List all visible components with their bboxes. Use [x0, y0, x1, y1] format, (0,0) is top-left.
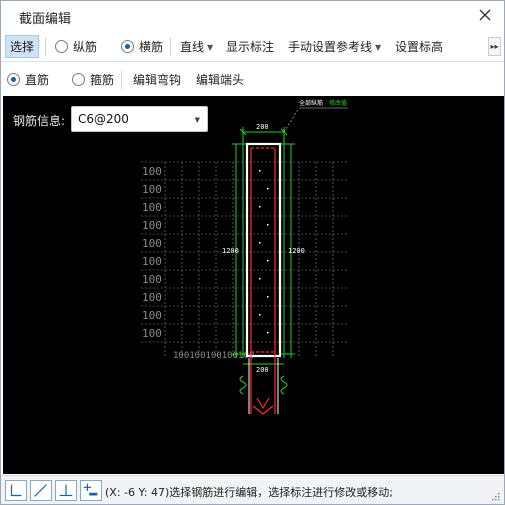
close-icon[interactable] [476, 6, 494, 24]
overflow-chevron-icon[interactable]: ▸▸ [488, 37, 501, 56]
radio-icon [72, 73, 85, 86]
dimension-bottom: 200 [256, 366, 269, 374]
stirrup-label: 箍筋 [90, 73, 115, 87]
callout-label: 全部纵筋 [299, 99, 323, 107]
grid-label: 100 [142, 237, 162, 250]
chevron-down-icon: ▼ [207, 43, 214, 52]
longitudinal-radio[interactable]: 纵筋 [55, 37, 97, 57]
window-title: 截面编辑 [19, 12, 72, 27]
dimension-top: 200 [256, 123, 269, 131]
grid-label: 100 [142, 201, 162, 214]
grid-label: 100 [142, 291, 162, 304]
grid-label: 100 [142, 165, 162, 178]
title-bar: 截面编辑 [1, 1, 504, 31]
orthogonal-mode-icon[interactable] [5, 480, 27, 501]
grid-label: 100 [142, 219, 162, 232]
stirrup-radio[interactable]: 箍筋 [72, 70, 114, 90]
edit-hook-button[interactable]: 编辑弯钩 [133, 70, 181, 90]
grid-label: 100 [142, 183, 162, 196]
set-elevation-button[interactable]: 设置标高 [395, 37, 443, 57]
separator [45, 38, 46, 56]
transverse-radio[interactable]: 横筋 [121, 37, 163, 57]
straight-label: 直筋 [25, 73, 50, 87]
drawing-canvas[interactable]: 钢筋信息: C6@200 ▼ 100 100 100 100 100 100 1… [3, 96, 504, 474]
rebar-type-toolbar: 直筋 箍筋 编辑弯钩 编辑端头 [1, 63, 504, 95]
line-label: 直线 [180, 40, 205, 54]
line-dropdown[interactable]: 直线 ▼ [180, 37, 213, 57]
status-bar: (X: -6 Y: 47)选择钢筋进行编辑，选择标注进行修改或移动; [1, 475, 504, 504]
separator [121, 71, 122, 89]
mode-toolbar: 选择 纵筋 横筋 直线 ▼ 显示标注 手动设置参考线 ▼ 设置标高 ▸▸ [1, 31, 504, 62]
section-drawing: 100 100 100 100 100 100 100 100 100 100 … [141, 99, 349, 415]
radio-icon [55, 40, 68, 53]
grid-label-bottom: 100100100100100 [173, 351, 254, 361]
reference-grid [141, 161, 349, 358]
radio-checked-icon [121, 40, 134, 53]
longitudinal-label: 纵筋 [73, 40, 98, 54]
dimension-right: 1200 [288, 247, 305, 255]
grid-label: 100 [142, 273, 162, 286]
select-button[interactable]: 选择 [5, 35, 40, 58]
add-point-mode-icon[interactable] [80, 480, 102, 501]
free-line-mode-icon[interactable] [30, 480, 52, 501]
straight-bar-radio[interactable]: 直筋 [7, 70, 49, 90]
grid-label: 100 [142, 309, 162, 322]
resize-grip-icon[interactable] [492, 493, 500, 501]
callout-value: 修改值 [329, 99, 347, 107]
transverse-label: 横筋 [139, 40, 164, 54]
grid-label: 100 [142, 327, 162, 340]
radio-checked-icon [7, 73, 20, 86]
manual-ref-label: 手动设置参考线 [288, 40, 373, 54]
dimension-left: 1200 [222, 247, 239, 255]
show-dimension-button[interactable]: 显示标注 [226, 37, 274, 57]
perpendicular-mode-icon[interactable] [55, 480, 77, 501]
manual-reference-line-dropdown[interactable]: 手动设置参考线 ▼ [288, 37, 381, 57]
section-edit-window: 截面编辑 选择 纵筋 横筋 直线 ▼ 显示标注 手动设置参考线 ▼ 设置标高 ▸▸ … [0, 0, 505, 505]
edit-end-button[interactable]: 编辑端头 [196, 70, 244, 90]
status-message: (X: -6 Y: 47)选择钢筋进行编辑，选择标注进行修改或移动; [105, 486, 393, 499]
grid-label: 100 [142, 255, 162, 268]
separator [170, 38, 171, 56]
chevron-down-icon: ▼ [375, 43, 382, 52]
